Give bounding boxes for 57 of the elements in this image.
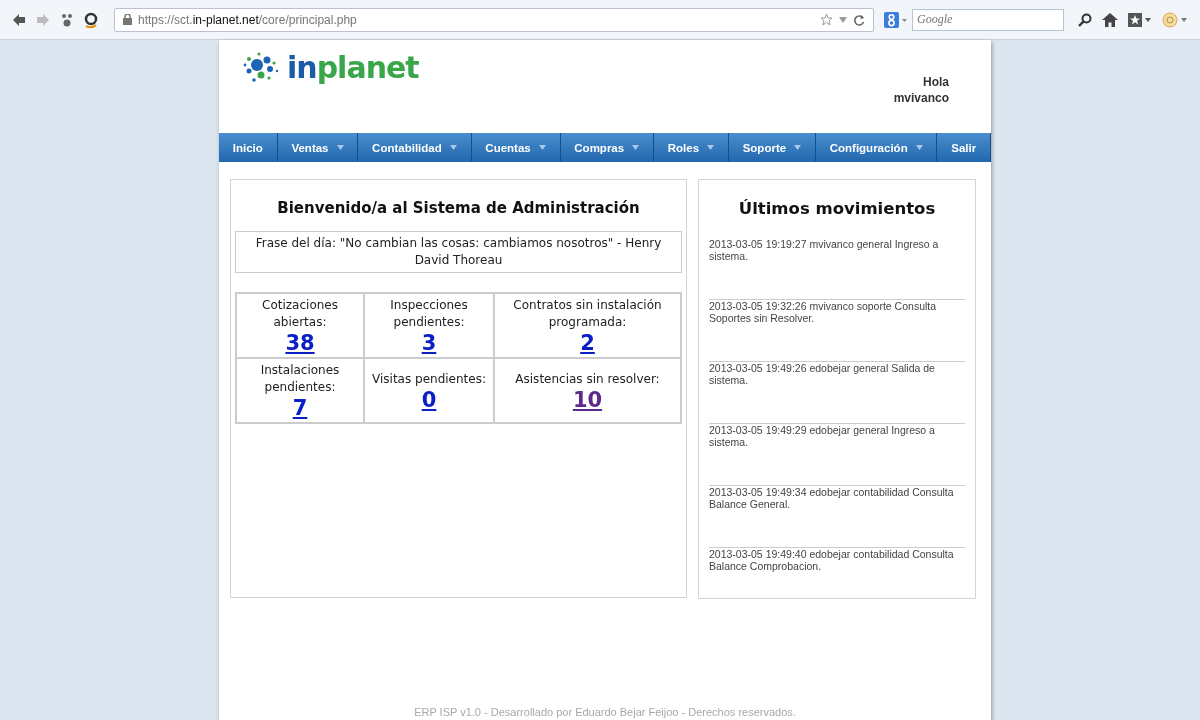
welcome-title: Bienvenido/a al Sistema de Administración <box>276 199 641 217</box>
movement-entry: 2013-03-05 19:19:27 mvivanco general Ingreso a sistema. <box>709 238 940 262</box>
nav-item[interactable]: Contabilidad <box>358 133 472 162</box>
stat-link[interactable]: 2 <box>580 331 595 355</box>
logo-text: inplanet <box>287 50 419 85</box>
nav-item[interactable]: Roles <box>653 133 729 162</box>
home-icon[interactable] <box>1102 12 1118 27</box>
nav-item[interactable]: Inicio <box>219 133 278 162</box>
caret-icon <box>449 145 457 150</box>
movements-title: Últimos movimientos <box>737 199 937 218</box>
caret-icon <box>336 145 344 150</box>
search-field[interactable]: Google <box>912 8 1064 31</box>
refresh-icon[interactable] <box>853 13 865 26</box>
caret-icon <box>915 145 923 150</box>
nav-item[interactable]: Salir <box>937 133 991 162</box>
search-engine-icon[interactable] <box>884 11 908 28</box>
caret-icon <box>632 145 640 150</box>
caret-icon <box>538 145 546 150</box>
nav-item[interactable]: Soporte <box>728 133 816 162</box>
nav-item[interactable]: Compras <box>560 133 654 162</box>
url-text: https://sct.in-planet.net/core/principal.php <box>138 12 357 27</box>
quote-text: Frase del día: "No cambian las cosas: cambiamos nosotros" - Henry David Thoreau <box>235 231 682 273</box>
paw-icon[interactable] <box>60 12 74 27</box>
shopping-icon[interactable] <box>84 11 98 28</box>
planet-dots-icon <box>243 50 281 85</box>
caret-icon <box>707 145 715 150</box>
movement-entry: 2013-03-05 19:49:34 edobejar contabilidad Consulta Balance General. <box>709 486 955 510</box>
address-bar[interactable]: https://sct.in-planet.net/core/principal.php <box>114 7 874 32</box>
stat-link[interactable]: 7 <box>292 396 308 420</box>
back-icon[interactable] <box>12 12 26 27</box>
movement-entry: 2013-03-05 19:49:26 edobejar general Salida de sistema. <box>709 362 936 386</box>
stat-link[interactable]: 3 <box>421 331 437 355</box>
dropdown-icon[interactable] <box>839 16 847 23</box>
lock-icon <box>123 14 132 25</box>
star-icon[interactable] <box>820 13 833 26</box>
greeting-text: Hola <box>923 75 949 89</box>
search-icon[interactable] <box>1078 12 1092 27</box>
extension-icon[interactable] <box>1162 11 1188 28</box>
bookmarks-icon[interactable] <box>1128 12 1152 27</box>
movement-entry: 2013-03-05 19:49:29 edobejar general Ingreso a sistema. <box>709 424 936 448</box>
stat-label: Visitas pendientes: <box>372 370 486 388</box>
stat-label: Cotizaciones abiertas: <box>261 297 339 331</box>
stat-label: Asistencias sin resolver: <box>515 370 660 388</box>
nav-item[interactable]: Cuentas <box>471 133 561 162</box>
stat-link[interactable]: 10 <box>572 387 603 412</box>
footer-text: ERP ISP v1.0 - Desarrollado por Eduardo Bejar Feijoo - Derechos reservados. <box>414 706 796 718</box>
nav-item[interactable]: Ventas <box>277 133 359 162</box>
movement-entry: 2013-03-05 19:49:40 edobejar contabilidad Consulta Balance Comprobacion. <box>709 548 955 572</box>
stat-link[interactable]: 38 <box>285 331 315 355</box>
caret-icon <box>794 145 802 150</box>
movement-entry: 2013-03-05 19:32:26 mvivanco soporte Consulta Soportes sin Resolver. <box>709 300 938 324</box>
nav-item[interactable]: Configuración <box>815 133 938 162</box>
stat-label: Contratos sin instalación programada: <box>512 297 663 331</box>
stat-label: Instalaciones pendientes: <box>259 362 341 396</box>
stat-link[interactable]: 0 <box>421 387 437 412</box>
stat-label: Inspecciones pendientes: <box>389 297 469 331</box>
username-text: mvivanco <box>893 91 949 105</box>
